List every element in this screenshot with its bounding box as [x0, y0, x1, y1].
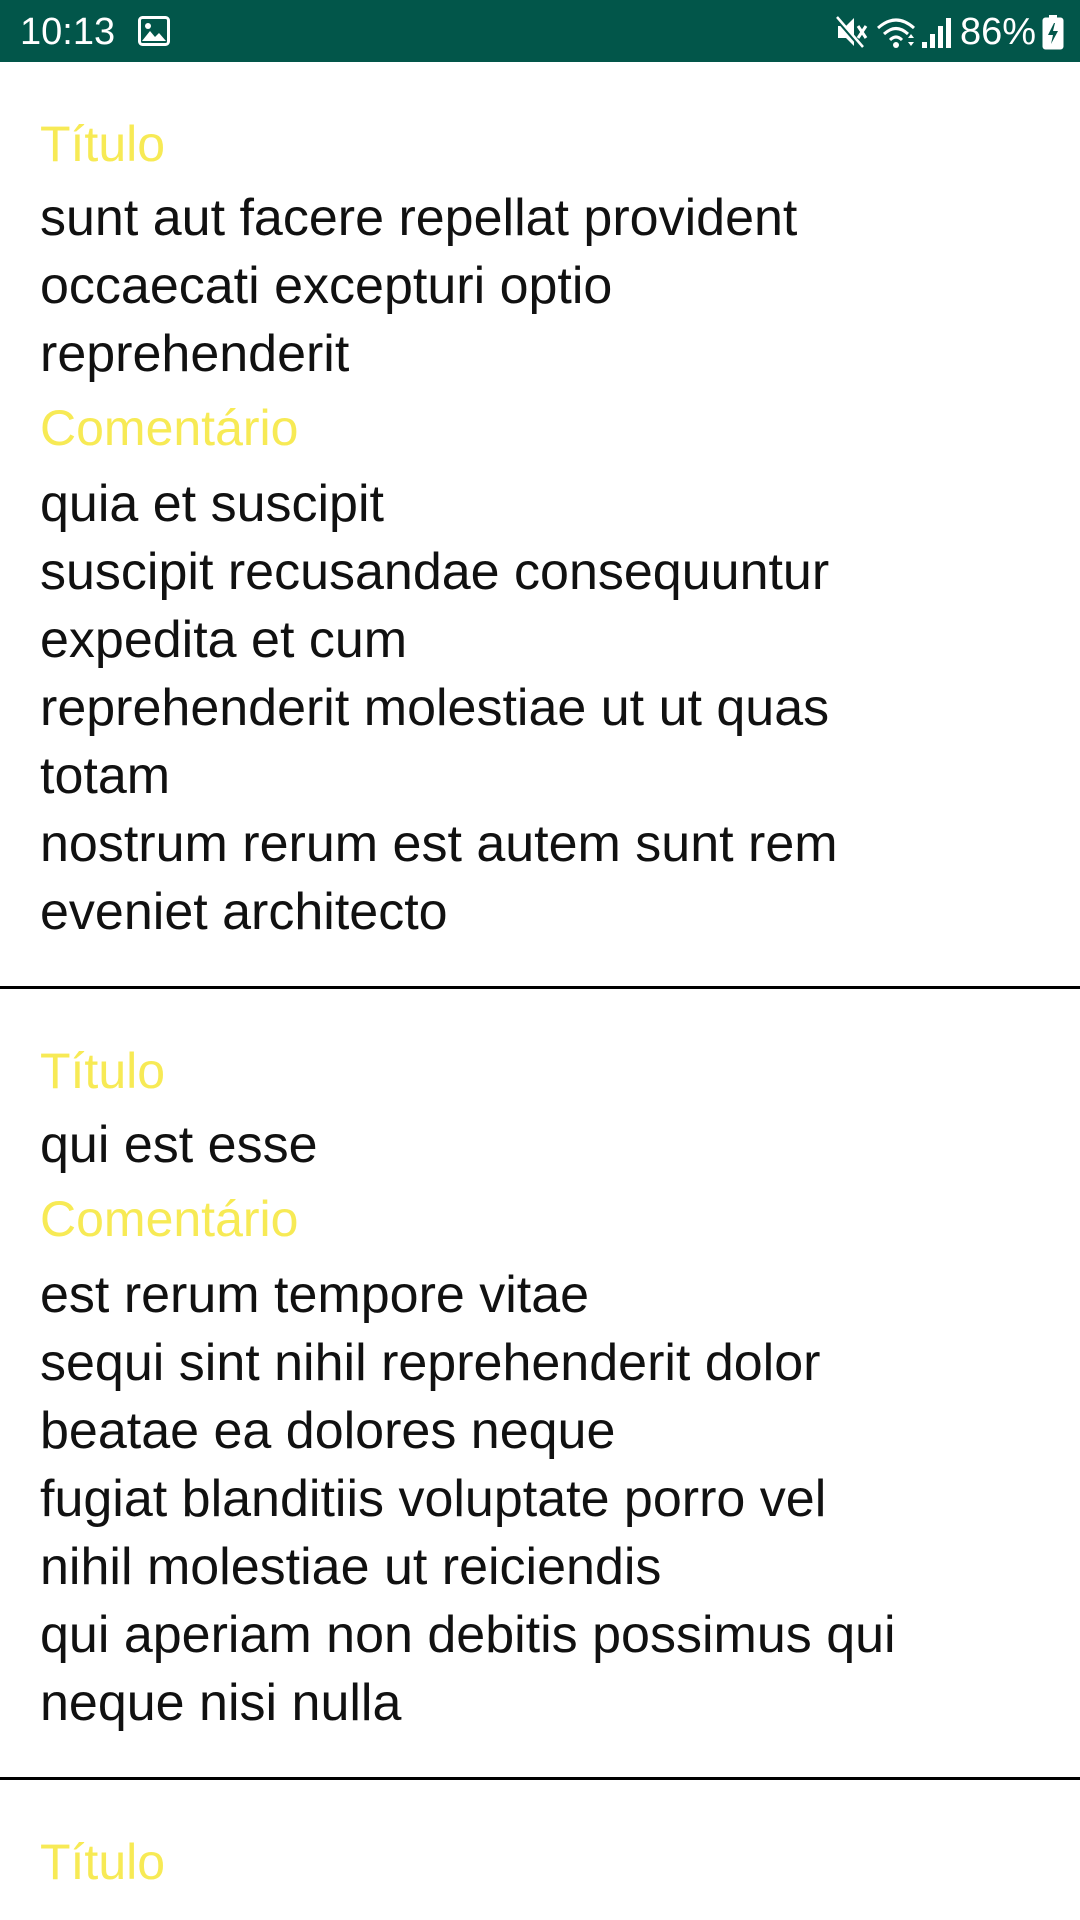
battery-icon [1042, 14, 1064, 50]
post-body: est rerum tempore vitae sequi sint nihil… [40, 1266, 896, 1732]
title-label: Título [40, 116, 166, 172]
title-label: Título [40, 1834, 166, 1890]
comment-label: Comentário [40, 1191, 299, 1247]
title-label: Título [40, 1043, 166, 1099]
post-item[interactable]: Título [0, 1780, 1080, 1920]
battery-percentage: 86% [959, 11, 1036, 53]
comment-label: Comentário [40, 400, 299, 456]
mute-icon [834, 14, 868, 50]
post-item[interactable]: Título qui est esse Comentário est rerum… [0, 989, 1080, 1780]
gallery-icon [138, 16, 170, 46]
post-list[interactable]: Título sunt aut facere repellat providen… [0, 62, 1080, 1920]
post-item[interactable]: Título sunt aut facere repellat providen… [0, 62, 1080, 989]
wifi-icon [874, 14, 918, 50]
post-title: sunt aut facere repellat provident occae… [40, 189, 798, 383]
post-title: qui est esse [40, 1116, 318, 1174]
status-icons: 86% [834, 10, 1064, 54]
post-body: quia et suscipit suscipit recusandae con… [40, 475, 838, 941]
signal-icon [920, 14, 954, 50]
status-bar: 10:13 86% [0, 0, 1080, 62]
status-time: 10:13 [20, 11, 116, 53]
